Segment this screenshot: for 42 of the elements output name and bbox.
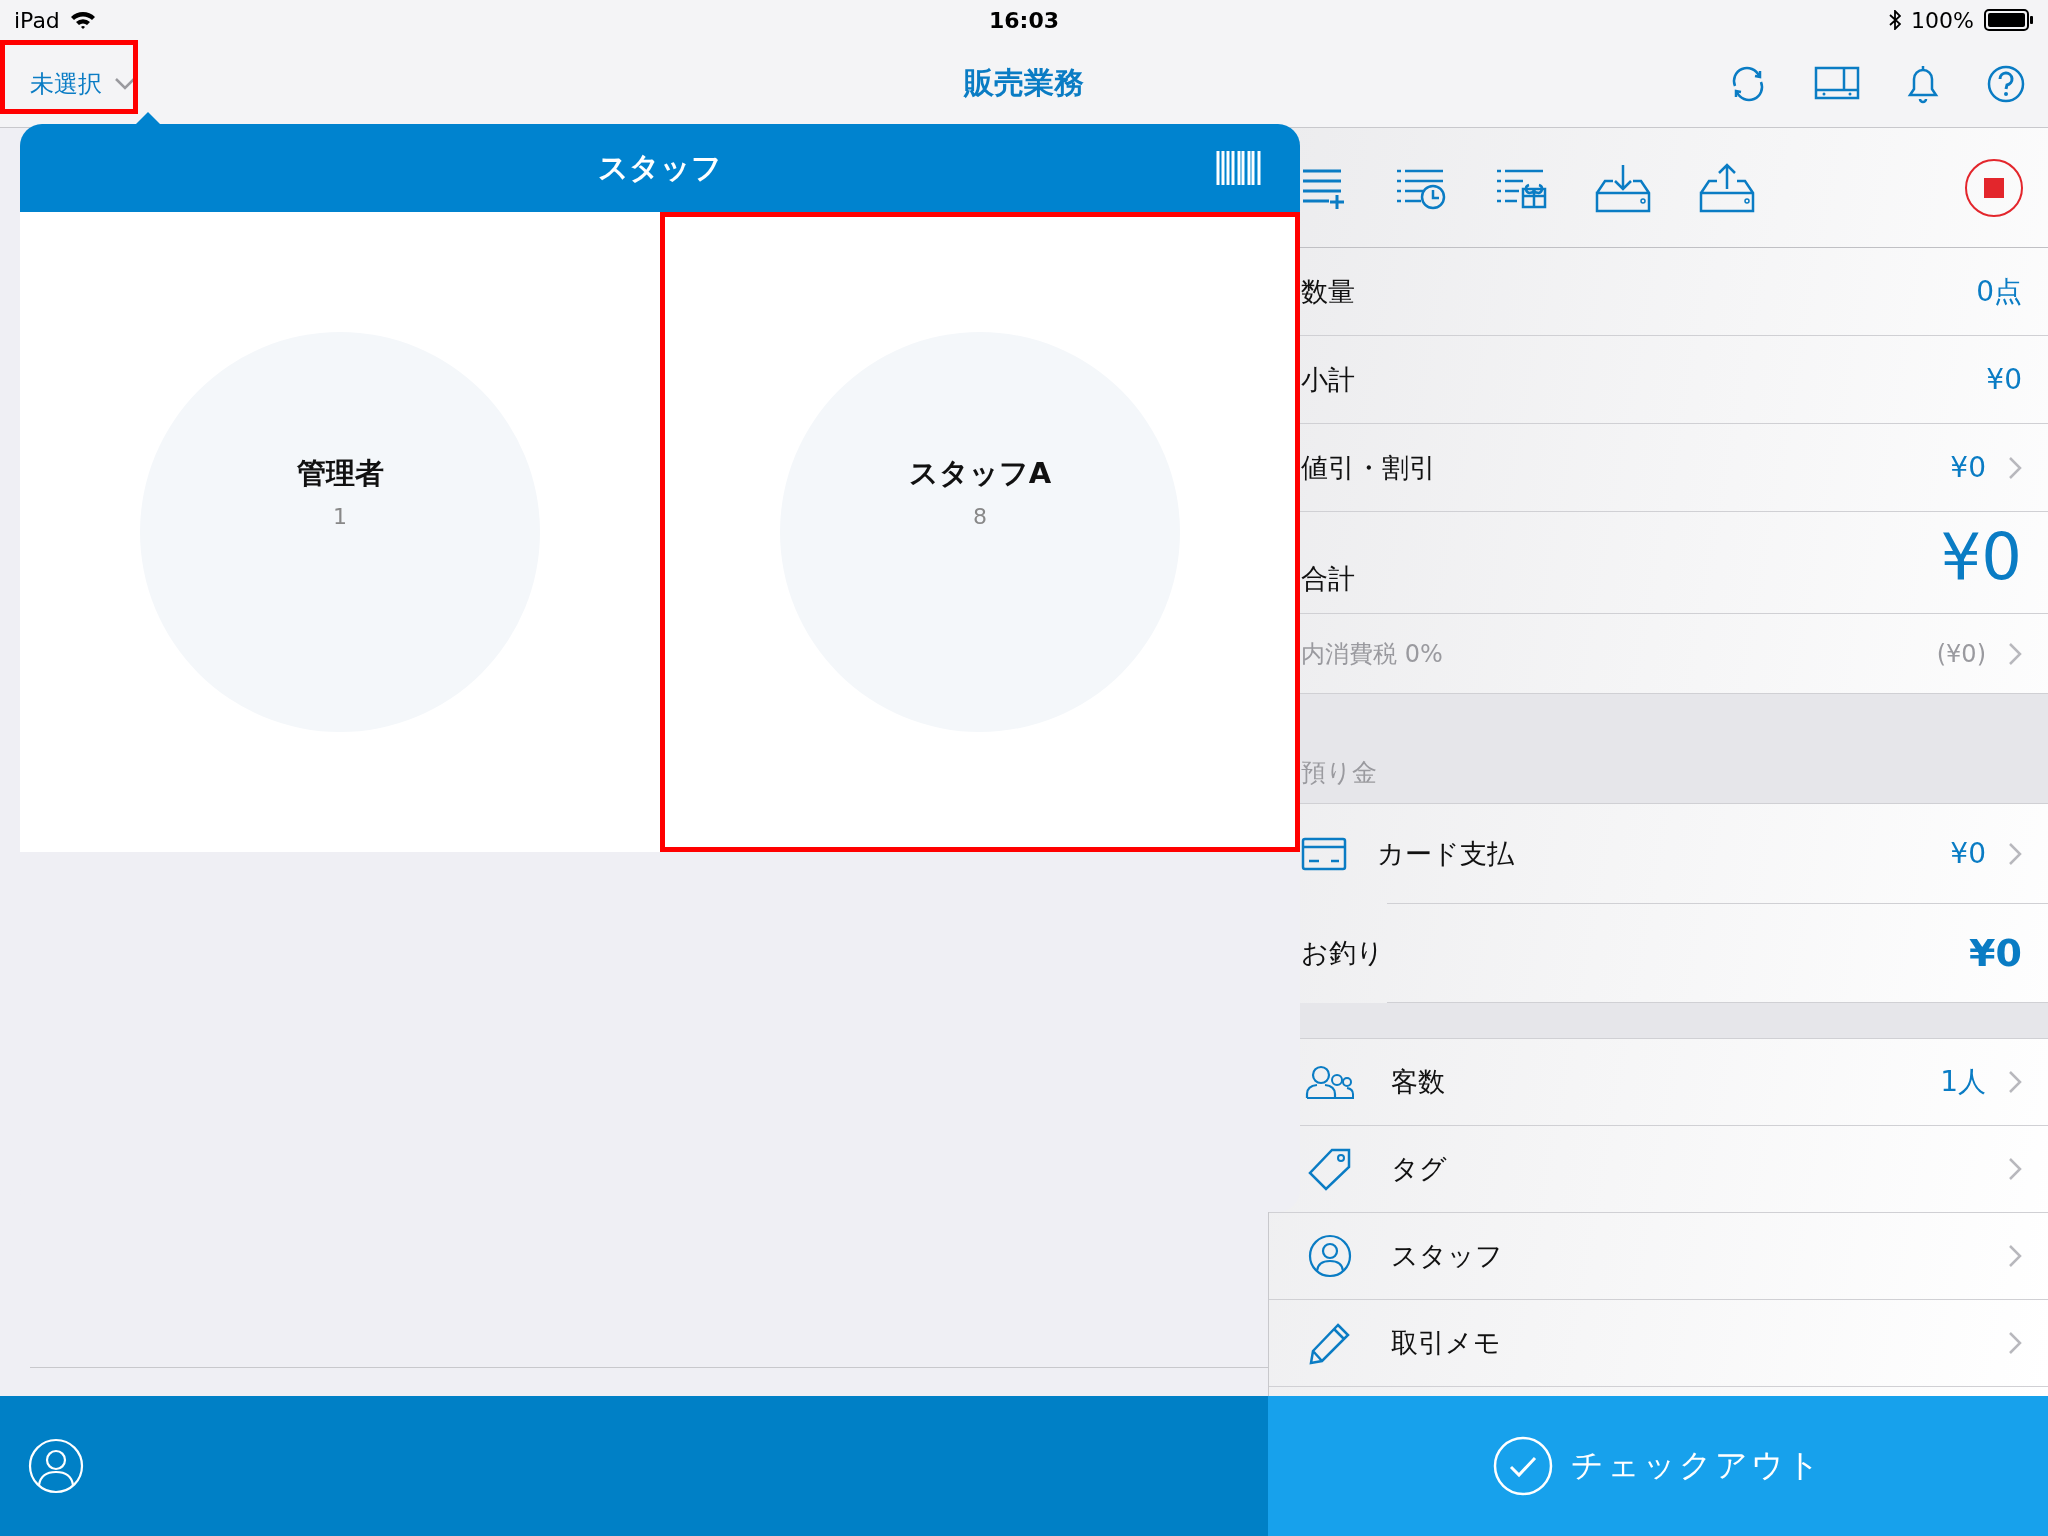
battery-icon (1984, 9, 2034, 31)
inbox-upload-icon[interactable] (1699, 162, 1755, 213)
row-label: タグ (1391, 1152, 1447, 1186)
row-label: 客数 (1391, 1065, 1445, 1099)
stop-button[interactable] (1964, 157, 2024, 218)
user-icon[interactable] (28, 1438, 84, 1494)
staff-selector[interactable]: 未選択 (28, 63, 138, 104)
total-label: 合計 (1301, 562, 1355, 596)
screen-title: 販売業務 (964, 64, 1084, 102)
row-label: 数量 (1301, 274, 1355, 309)
section-header: 預り金 (1301, 757, 1377, 789)
barcode-icon[interactable] (1216, 151, 1262, 185)
people-icon (1305, 1064, 1355, 1100)
checkmark-icon (1493, 1436, 1553, 1496)
row-value: 0点 (1976, 273, 2022, 310)
row-value: ¥0 (1986, 363, 2022, 396)
row-label: カード支払 (1377, 836, 1514, 871)
row-label: 小計 (1301, 362, 1355, 397)
tax-label: 内消費税 0% (1301, 638, 1443, 670)
help-icon[interactable] (1986, 63, 2026, 104)
chevron-down-icon (114, 76, 136, 91)
row-value: ¥0 (1950, 837, 1986, 870)
total-value: ¥0 (1940, 525, 2022, 589)
change-value: ¥0 (1969, 931, 2022, 975)
bluetooth-icon (1889, 10, 1902, 30)
inbox-download-icon[interactable] (1595, 162, 1651, 213)
staff-option[interactable]: 管理者 1 (140, 332, 540, 732)
device-name: iPad (14, 7, 60, 33)
battery-percent: 100% (1911, 7, 1974, 33)
wifi-icon (69, 10, 96, 30)
row-value: 1人 (1940, 1064, 1986, 1100)
tax-value: (¥0) (1936, 639, 1986, 668)
staff-option[interactable]: スタッフA 8 (780, 332, 1180, 732)
row-value: ¥0 (1950, 451, 1986, 484)
row-label: 値引・割引 (1301, 450, 1436, 485)
row-label: 取引メモ (1391, 1326, 1501, 1360)
clock: 16:03 (989, 7, 1059, 33)
register-icon[interactable] (1814, 65, 1860, 102)
change-label: お釣り (1301, 936, 1384, 970)
popover-title: スタッフ (598, 148, 722, 187)
credit-card-icon (1301, 836, 1347, 871)
row-label: スタッフ (1391, 1239, 1503, 1273)
